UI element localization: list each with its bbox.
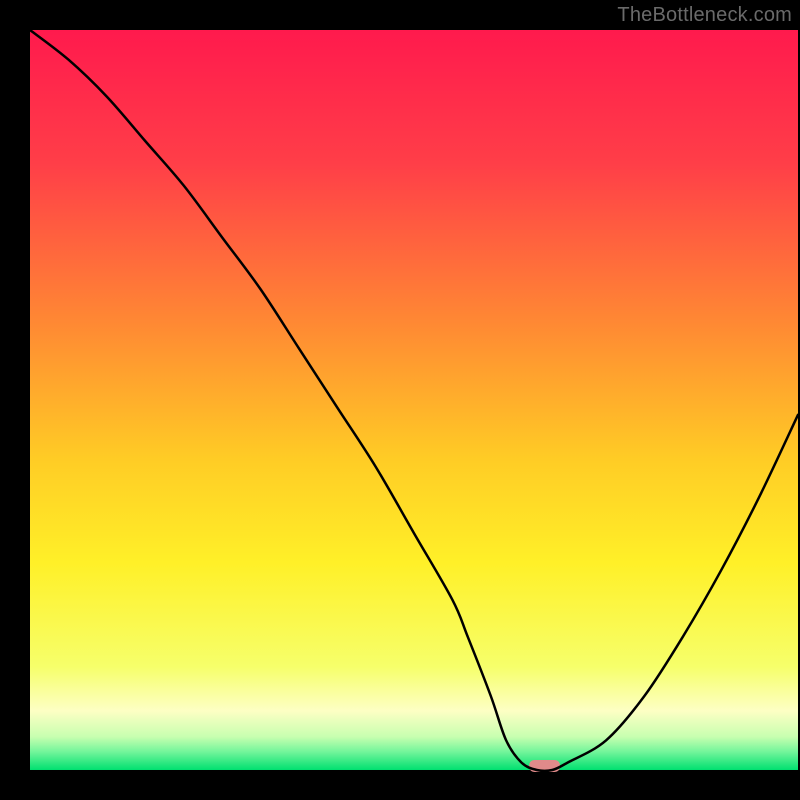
- bottleneck-curve-chart: [0, 0, 800, 800]
- chart-container: TheBottleneck.com: [0, 0, 800, 800]
- watermark-label: TheBottleneck.com: [617, 4, 792, 27]
